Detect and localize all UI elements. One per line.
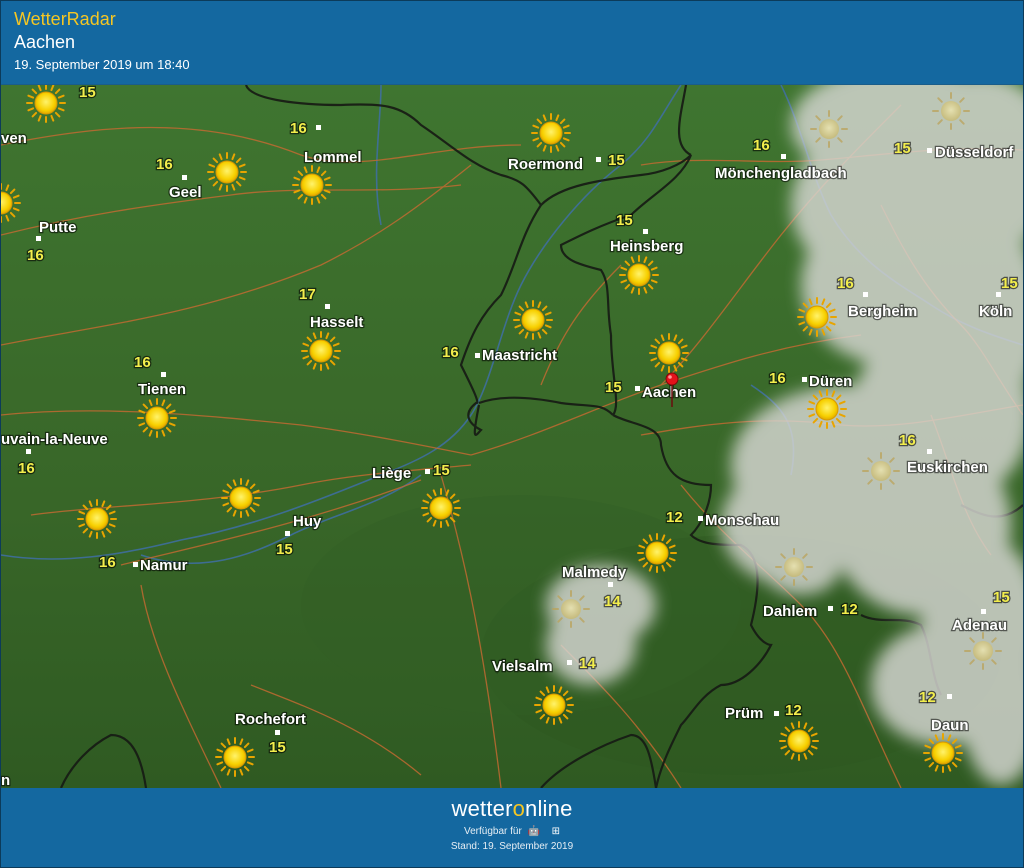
city-label: Putte xyxy=(39,219,77,236)
partly-cloudy-icon xyxy=(775,548,813,586)
city-label: Geel xyxy=(169,184,202,201)
city-label: Aachen xyxy=(642,384,696,401)
temperature: 12 xyxy=(841,601,858,618)
temperature: 15 xyxy=(276,541,293,558)
data-date: Stand: 19. September 2019 xyxy=(450,841,574,852)
partly-cloudy-icon xyxy=(810,110,848,148)
temperature: 15 xyxy=(605,379,622,396)
city-label: uvain-la-Neuve xyxy=(1,431,108,448)
city-label: Huy xyxy=(293,513,322,530)
city-label: Monschau xyxy=(705,512,779,529)
sun-icon xyxy=(923,733,963,773)
header: WetterRadar Aachen 19. September 2019 um… xyxy=(1,1,1023,84)
timestamp: 19. September 2019 um 18:40 xyxy=(14,57,190,72)
temperature: 16 xyxy=(156,156,173,173)
sun-icon xyxy=(649,333,689,373)
sun-icon xyxy=(421,488,461,528)
temperature: 16 xyxy=(769,370,786,387)
app-title: WetterRadar xyxy=(14,9,116,29)
city-label: Malmedy xyxy=(562,564,627,581)
city-label: Tienen xyxy=(138,381,186,398)
sun-icon xyxy=(292,165,332,205)
temperature: 16 xyxy=(290,120,307,137)
city-label: Namur xyxy=(140,557,188,574)
sun-icon xyxy=(797,297,837,337)
temperature: 15 xyxy=(894,140,911,157)
temperature: 16 xyxy=(99,554,116,571)
brand-logo[interactable]: wetteronline xyxy=(1,796,1023,822)
city-label: Rochefort xyxy=(235,711,306,728)
temperature: 15 xyxy=(269,739,286,756)
city-label: Köln xyxy=(979,303,1012,320)
city-label: Euskirchen xyxy=(907,459,988,476)
temperature: 16 xyxy=(753,137,770,154)
sun-icon xyxy=(513,300,553,340)
sun-icon xyxy=(637,533,677,573)
partly-cloudy-icon xyxy=(862,452,900,490)
temperature: 15 xyxy=(1001,275,1018,292)
city-label: ven xyxy=(1,130,27,147)
city-label: Daun xyxy=(931,717,969,734)
temperature: 16 xyxy=(837,275,854,292)
sun-icon xyxy=(619,255,659,295)
temperature: 17 xyxy=(299,286,316,303)
temperature: 15 xyxy=(616,212,633,229)
sun-icon xyxy=(531,113,571,153)
temperature: 12 xyxy=(666,509,683,526)
sun-icon xyxy=(301,331,341,371)
partly-cloudy-icon xyxy=(932,92,970,130)
temperature: 15 xyxy=(993,589,1010,606)
city-label: n xyxy=(1,772,10,788)
location-name: Aachen xyxy=(14,32,76,52)
city-label: Düsseldorf xyxy=(935,144,1014,161)
android-icon[interactable]: 🤖 xyxy=(528,826,540,837)
temperature: 15 xyxy=(433,462,450,479)
sun-icon xyxy=(207,152,247,192)
city-label: Lommel xyxy=(304,149,362,166)
temperature: 16 xyxy=(27,247,44,264)
temperature: 16 xyxy=(442,344,459,361)
sun-icon xyxy=(779,721,819,761)
temperature: 16 xyxy=(18,460,35,477)
temperature: 15 xyxy=(79,85,96,101)
temperature: 16 xyxy=(134,354,151,371)
city-label: Prüm xyxy=(725,705,763,722)
temperature: 14 xyxy=(579,655,596,672)
map-canvas: ven Lommel Geel Roermond Mönchengladbach… xyxy=(1,85,1023,788)
windows-icon[interactable]: ⊞ xyxy=(552,826,560,837)
sun-icon xyxy=(807,389,847,429)
sun-icon xyxy=(77,499,117,539)
partly-cloudy-icon xyxy=(552,590,590,628)
sun-icon xyxy=(221,478,261,518)
availability-line: Verfügbar für 🤖 ⊞ xyxy=(1,826,1023,837)
city-label: Dahlem xyxy=(763,603,817,620)
temperature: 15 xyxy=(608,152,625,169)
city-label: Roermond xyxy=(508,156,583,173)
temperature: 12 xyxy=(919,689,936,706)
city-label: Heinsberg xyxy=(610,238,683,255)
city-label: Düren xyxy=(809,373,852,390)
brand-logo-part: wetter xyxy=(451,796,513,821)
city-label: Maastricht xyxy=(482,347,557,364)
city-label: Vielsalm xyxy=(492,658,553,675)
availability-label: Verfügbar für xyxy=(464,826,522,837)
sun-icon xyxy=(215,737,255,777)
footer: wetteronline Verfügbar für 🤖 ⊞ Stand: 19… xyxy=(1,788,1023,867)
temperature: 16 xyxy=(899,432,916,449)
brand-logo-part: o xyxy=(512,796,526,821)
brand-logo-part: nline xyxy=(525,796,573,821)
city-label: Hasselt xyxy=(310,314,363,331)
city-label: Mönchengladbach xyxy=(715,165,847,182)
temperature: 14 xyxy=(604,593,621,610)
sun-icon xyxy=(137,398,177,438)
city-label: Liège xyxy=(372,465,411,482)
city-label: Adenau xyxy=(952,617,1007,634)
temperature: 12 xyxy=(785,702,802,719)
city-label: Bergheim xyxy=(848,303,917,320)
partly-cloudy-icon xyxy=(964,632,1002,670)
weather-map[interactable]: ven Lommel Geel Roermond Mönchengladbach… xyxy=(1,85,1023,788)
sun-icon xyxy=(534,685,574,725)
